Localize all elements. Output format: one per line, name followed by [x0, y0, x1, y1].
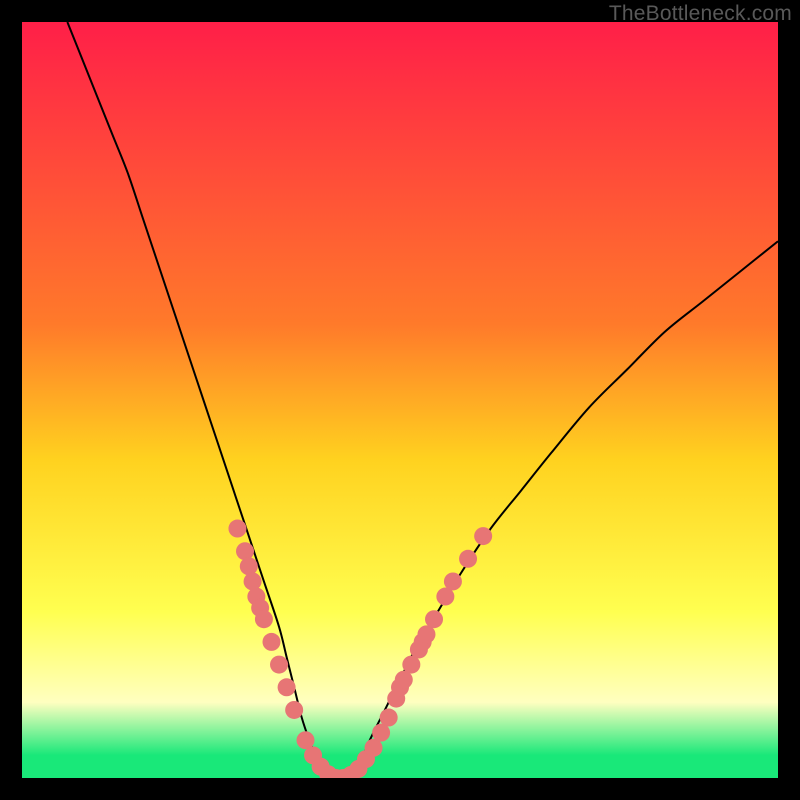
- chart-frame: [22, 22, 778, 778]
- curve-marker: [236, 542, 254, 560]
- gradient-background: [22, 22, 778, 778]
- curve-marker: [240, 557, 258, 575]
- watermark-text: TheBottleneck.com: [609, 2, 792, 26]
- curve-marker: [285, 701, 303, 719]
- curve-marker: [228, 520, 246, 538]
- curve-marker: [255, 610, 273, 628]
- curve-marker: [444, 572, 462, 590]
- curve-marker: [425, 610, 443, 628]
- curve-marker: [380, 709, 398, 727]
- curve-marker: [278, 678, 296, 696]
- curve-marker: [459, 550, 477, 568]
- curve-marker: [262, 633, 280, 651]
- curve-marker: [270, 656, 288, 674]
- curve-marker: [474, 527, 492, 545]
- chart-svg: [22, 22, 778, 778]
- curve-marker: [244, 572, 262, 590]
